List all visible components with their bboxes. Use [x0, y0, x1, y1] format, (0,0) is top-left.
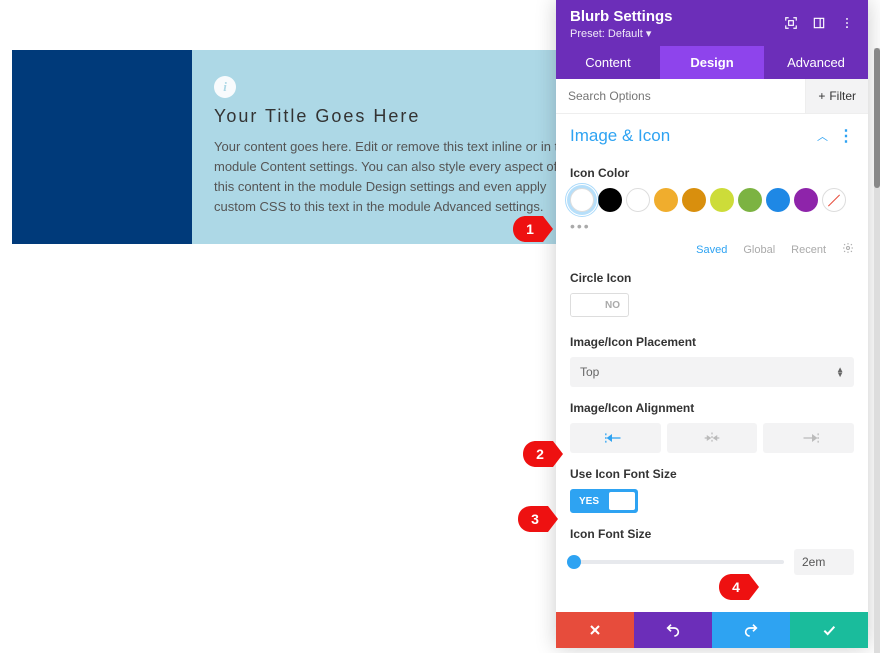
layout-icon[interactable] — [812, 16, 826, 33]
expand-icon[interactable] — [784, 16, 798, 33]
chevron-down-icon: ▾ — [643, 28, 652, 40]
plus-icon: + — [818, 89, 825, 103]
swatch-tabs: Saved Global Recent — [570, 242, 854, 257]
align-right-button[interactable] — [763, 423, 854, 453]
tab-advanced[interactable]: Advanced — [764, 46, 868, 79]
tab-design[interactable]: Design — [660, 46, 764, 79]
alignment-label: Image/Icon Alignment — [570, 401, 854, 415]
select-caret-icon: ▲▼ — [836, 367, 844, 377]
swatch-green[interactable] — [738, 188, 762, 212]
blurb-body[interactable]: Your content goes here. Edit or remove t… — [214, 137, 574, 218]
swatch-blue[interactable] — [766, 188, 790, 212]
swatch-darkorange[interactable] — [682, 188, 706, 212]
circle-icon-toggle[interactable]: NO — [570, 293, 629, 317]
search-row: + Filter — [556, 79, 868, 114]
callout-2: 2 — [523, 441, 563, 467]
swatch-tab-global[interactable]: Global — [743, 244, 775, 256]
callout-4: 4 — [719, 574, 759, 600]
placement-label: Image/Icon Placement — [570, 335, 854, 349]
toggle-knob — [609, 492, 635, 510]
callout-1: 1 — [513, 216, 553, 242]
gear-icon[interactable] — [842, 242, 854, 257]
panel-body: Icon Color ••• Saved Global Recent Circl… — [556, 152, 868, 612]
more-dots-icon[interactable]: ••• — [570, 218, 854, 234]
scrollbar[interactable] — [874, 48, 880, 653]
swatch-black[interactable] — [598, 188, 622, 212]
swatch-none[interactable] — [822, 188, 846, 212]
icon-font-size-value[interactable]: 2em — [794, 549, 854, 575]
redo-button[interactable] — [712, 612, 790, 648]
swatch-white[interactable] — [626, 188, 650, 212]
panel-preset[interactable]: Preset: Default ▾ — [570, 27, 784, 40]
more-icon[interactable] — [840, 16, 854, 33]
chevron-up-icon[interactable]: ︿ — [817, 128, 828, 144]
cancel-button[interactable] — [556, 612, 634, 648]
undo-button[interactable] — [634, 612, 712, 648]
panel-footer — [556, 612, 868, 648]
use-icon-font-size-label: Use Icon Font Size — [570, 467, 854, 481]
tab-content[interactable]: Content — [556, 46, 660, 79]
search-input[interactable] — [556, 79, 805, 113]
circle-icon-label: Circle Icon — [570, 271, 854, 285]
callout-3: 3 — [518, 506, 558, 532]
use-icon-font-size-toggle[interactable]: YES — [570, 489, 638, 513]
icon-font-size-label: Icon Font Size — [570, 527, 854, 541]
slider-thumb[interactable] — [567, 555, 581, 569]
save-button[interactable] — [790, 612, 868, 648]
align-left-button[interactable] — [570, 423, 661, 453]
swatch-purple[interactable] — [794, 188, 818, 212]
toggle-knob — [571, 294, 597, 316]
swatch-tab-saved[interactable]: Saved — [696, 244, 727, 256]
alignment-group — [570, 423, 854, 453]
swatch-yellowgreen[interactable] — [710, 188, 734, 212]
panel-header[interactable]: Blurb Settings Preset: Default ▾ — [556, 0, 868, 46]
color-swatches — [570, 188, 854, 212]
settings-panel: Blurb Settings Preset: Default ▾ Content… — [556, 0, 868, 648]
icon-font-size-slider[interactable] — [570, 560, 784, 564]
icon-color-label: Icon Color — [570, 166, 854, 180]
section-menu-icon[interactable]: ⋮ — [838, 126, 854, 146]
swatch-orange[interactable] — [654, 188, 678, 212]
panel-tabs: Content Design Advanced — [556, 46, 868, 79]
placement-select[interactable]: Top ▲▼ — [570, 357, 854, 387]
filter-button[interactable]: + Filter — [805, 79, 868, 113]
icon-font-size-control: 2em — [570, 549, 854, 575]
panel-title: Blurb Settings — [570, 8, 784, 25]
swatch-white-selected[interactable] — [570, 188, 594, 212]
blurb-left-column — [12, 50, 192, 244]
align-center-button[interactable] — [667, 423, 758, 453]
section-title: Image & Icon — [570, 126, 817, 146]
info-icon: i — [214, 76, 236, 98]
swatch-tab-recent[interactable]: Recent — [791, 244, 826, 256]
section-header[interactable]: Image & Icon ︿ ⋮ — [556, 114, 868, 152]
